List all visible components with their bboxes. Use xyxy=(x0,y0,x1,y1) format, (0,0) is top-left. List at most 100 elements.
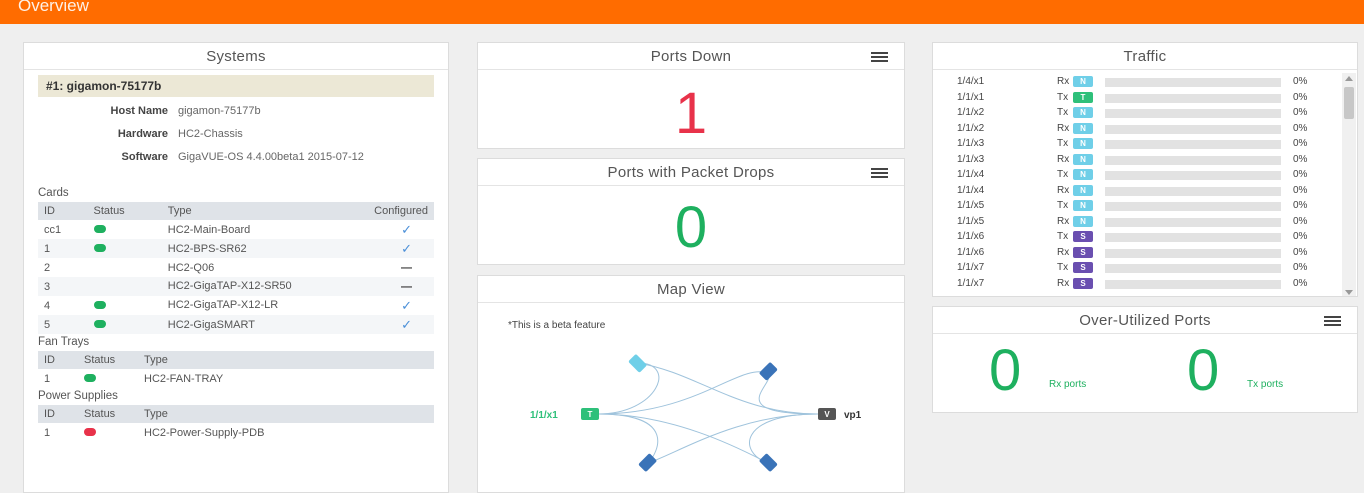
traffic-percent: 0% xyxy=(1293,122,1308,134)
traffic-port: 1/4/x1 xyxy=(957,76,985,87)
traffic-panel: Traffic 1/4/x1 Rx N 0% 1/1/x1 Tx T 0% 1/1/x2 Tx N 0… xyxy=(932,42,1358,297)
status-ok-icon xyxy=(93,300,106,309)
traffic-percent: 0% xyxy=(1293,262,1308,273)
traffic-port: 1/1/x4 xyxy=(957,184,985,196)
list-item[interactable]: 1/1/x7 Tx S 0% xyxy=(933,260,1357,276)
list-item[interactable]: 1/1/x6 Rx S 0% xyxy=(933,245,1357,261)
rx-ports-value[interactable]: 0 xyxy=(989,337,1021,404)
traffic-list: 1/4/x1 Rx N 0% 1/1/x1 Tx T 0% 1/1/x2 Tx N 0% 1/1/x2 R… xyxy=(933,74,1357,291)
list-menu-icon[interactable] xyxy=(871,168,888,178)
power-type: HC2-Power-Supply-PDB xyxy=(144,426,265,439)
scroll-up-icon[interactable] xyxy=(1345,76,1353,81)
card-id: cc1 xyxy=(44,223,62,236)
ports-down-title: Ports Down xyxy=(478,43,904,70)
host-name-row: Host Name gigamon-75177b xyxy=(24,105,448,128)
power-id: 1 xyxy=(44,426,51,439)
table-row: 5 HC2-GigaSMART ✓ xyxy=(38,315,434,334)
traffic-direction: Rx xyxy=(1057,122,1070,134)
port-type-badge: N xyxy=(1073,169,1093,180)
node-label: 1/1/x1 xyxy=(530,410,558,421)
list-item[interactable]: 1/4/x1 Rx N 0% xyxy=(933,74,1357,90)
list-item[interactable]: 1/1/x6 Tx S 0% xyxy=(933,229,1357,245)
card-type: HC2-BPS-SR62 xyxy=(161,239,323,258)
traffic-percent: 0% xyxy=(1293,200,1308,211)
list-item[interactable]: 1/1/x2 Rx N 0% xyxy=(933,121,1357,137)
fan-trays-header-row: ID Status Type xyxy=(38,351,434,369)
traffic-direction: Rx xyxy=(1057,184,1070,196)
cards-table: ID Status Type Configured cc1 HC2-Main-Bo… xyxy=(38,202,434,334)
traffic-port: 1/1/x5 xyxy=(957,200,985,211)
port-type-badge: S xyxy=(1073,246,1093,258)
host-name-key: Host Name xyxy=(110,105,168,117)
traffic-port: 1/1/x4 xyxy=(957,169,985,180)
traffic-percent: 0% xyxy=(1293,169,1308,180)
traffic-direction: Rx xyxy=(1057,277,1070,289)
traffic-port: 1/1/x2 xyxy=(957,122,985,134)
map-graph[interactable]: T 1/1/x1 V vp1 xyxy=(478,303,905,493)
utilization-bar xyxy=(1105,217,1281,227)
traffic-port: 1/1/x3 xyxy=(957,153,985,165)
list-item[interactable]: 1/1/x2 Tx N 0% xyxy=(933,105,1357,121)
card-type: HC2-GigaSMART xyxy=(161,315,323,334)
fan-id: 1 xyxy=(44,372,51,385)
list-item[interactable]: 1/1/x5 Tx N 0% xyxy=(933,198,1357,214)
status-ok-icon xyxy=(93,224,106,233)
node-badge-icon xyxy=(759,362,778,381)
status-ok-icon xyxy=(84,373,96,382)
traffic-direction: Rx xyxy=(1057,246,1070,258)
traffic-percent: 0% xyxy=(1293,215,1308,227)
ports-down-value[interactable]: 1 xyxy=(478,80,904,147)
utilization-bar xyxy=(1105,248,1281,258)
fan-col-status: Status xyxy=(78,351,138,369)
check-icon: ✓ xyxy=(401,297,412,313)
card-id: 3 xyxy=(38,277,88,296)
page-title: Overview xyxy=(18,0,89,15)
utilization-bar xyxy=(1105,233,1281,242)
utilization-bar xyxy=(1105,93,1281,103)
traffic-port: 1/1/x6 xyxy=(957,231,985,242)
traffic-percent: 0% xyxy=(1293,231,1308,242)
packet-drops-title: Ports with Packet Drops xyxy=(478,159,904,186)
traffic-percent: 0% xyxy=(1293,138,1308,149)
tx-ports-label: Tx ports xyxy=(1247,379,1284,390)
top-bar: Overview xyxy=(0,0,1364,24)
table-row: 1 HC2-FAN-TRAY xyxy=(38,369,434,388)
list-item[interactable]: 1/1/x1 Tx T 0% xyxy=(933,90,1357,106)
traffic-direction: Tx xyxy=(1057,107,1069,118)
dash-icon: — xyxy=(401,261,412,274)
fan-col-id: ID xyxy=(38,351,78,369)
power-col-type: Type xyxy=(138,405,434,423)
dash-icon: — xyxy=(401,280,412,293)
list-menu-icon[interactable] xyxy=(871,52,888,62)
software-value: GigaVUE-OS 4.4.00beta1 2015-07-12 xyxy=(178,151,364,163)
card-type: HC2-GigaTAP-X12-LR xyxy=(167,299,279,311)
ports-down-panel: Ports Down 1 xyxy=(477,42,905,149)
port-type-badge: N xyxy=(1073,107,1093,118)
traffic-direction: Tx xyxy=(1057,262,1069,273)
port-type-badge: S xyxy=(1073,277,1093,289)
map-view-panel: Map View *This is a beta feature T 1/1/x… xyxy=(477,275,905,493)
table-row: cc1 HC2-Main-Board ✓ xyxy=(38,220,434,239)
list-item[interactable]: 1/1/x4 Tx N 0% xyxy=(933,167,1357,183)
traffic-scrollbar[interactable] xyxy=(1342,73,1356,296)
utilization-bar xyxy=(1105,202,1281,211)
cards-col-status: Status xyxy=(87,202,162,220)
tx-ports-value[interactable]: 0 xyxy=(1187,337,1219,404)
traffic-percent: 0% xyxy=(1293,184,1308,196)
cards-col-type: Type xyxy=(161,202,323,220)
list-item[interactable]: 1/1/x3 Tx N 0% xyxy=(933,136,1357,152)
cards-section-title: Cards xyxy=(38,187,69,199)
scroll-thumb[interactable] xyxy=(1344,87,1354,119)
packet-drops-value[interactable]: 0 xyxy=(478,194,904,261)
status-error-icon xyxy=(84,427,96,436)
list-item[interactable]: 1/1/x4 Rx N 0% xyxy=(933,183,1357,199)
traffic-percent: 0% xyxy=(1293,153,1308,165)
check-icon: ✓ xyxy=(401,221,412,237)
scroll-down-icon[interactable] xyxy=(1345,290,1353,295)
list-item[interactable]: 1/1/x5 Rx N 0% xyxy=(933,214,1357,230)
list-item[interactable]: 1/1/x3 Rx N 0% xyxy=(933,152,1357,168)
hardware-value: HC2-Chassis xyxy=(178,128,243,140)
list-menu-icon[interactable] xyxy=(1324,316,1341,326)
list-item[interactable]: 1/1/x7 Rx S 0% xyxy=(933,276,1357,292)
port-type-badge: N xyxy=(1073,76,1093,87)
